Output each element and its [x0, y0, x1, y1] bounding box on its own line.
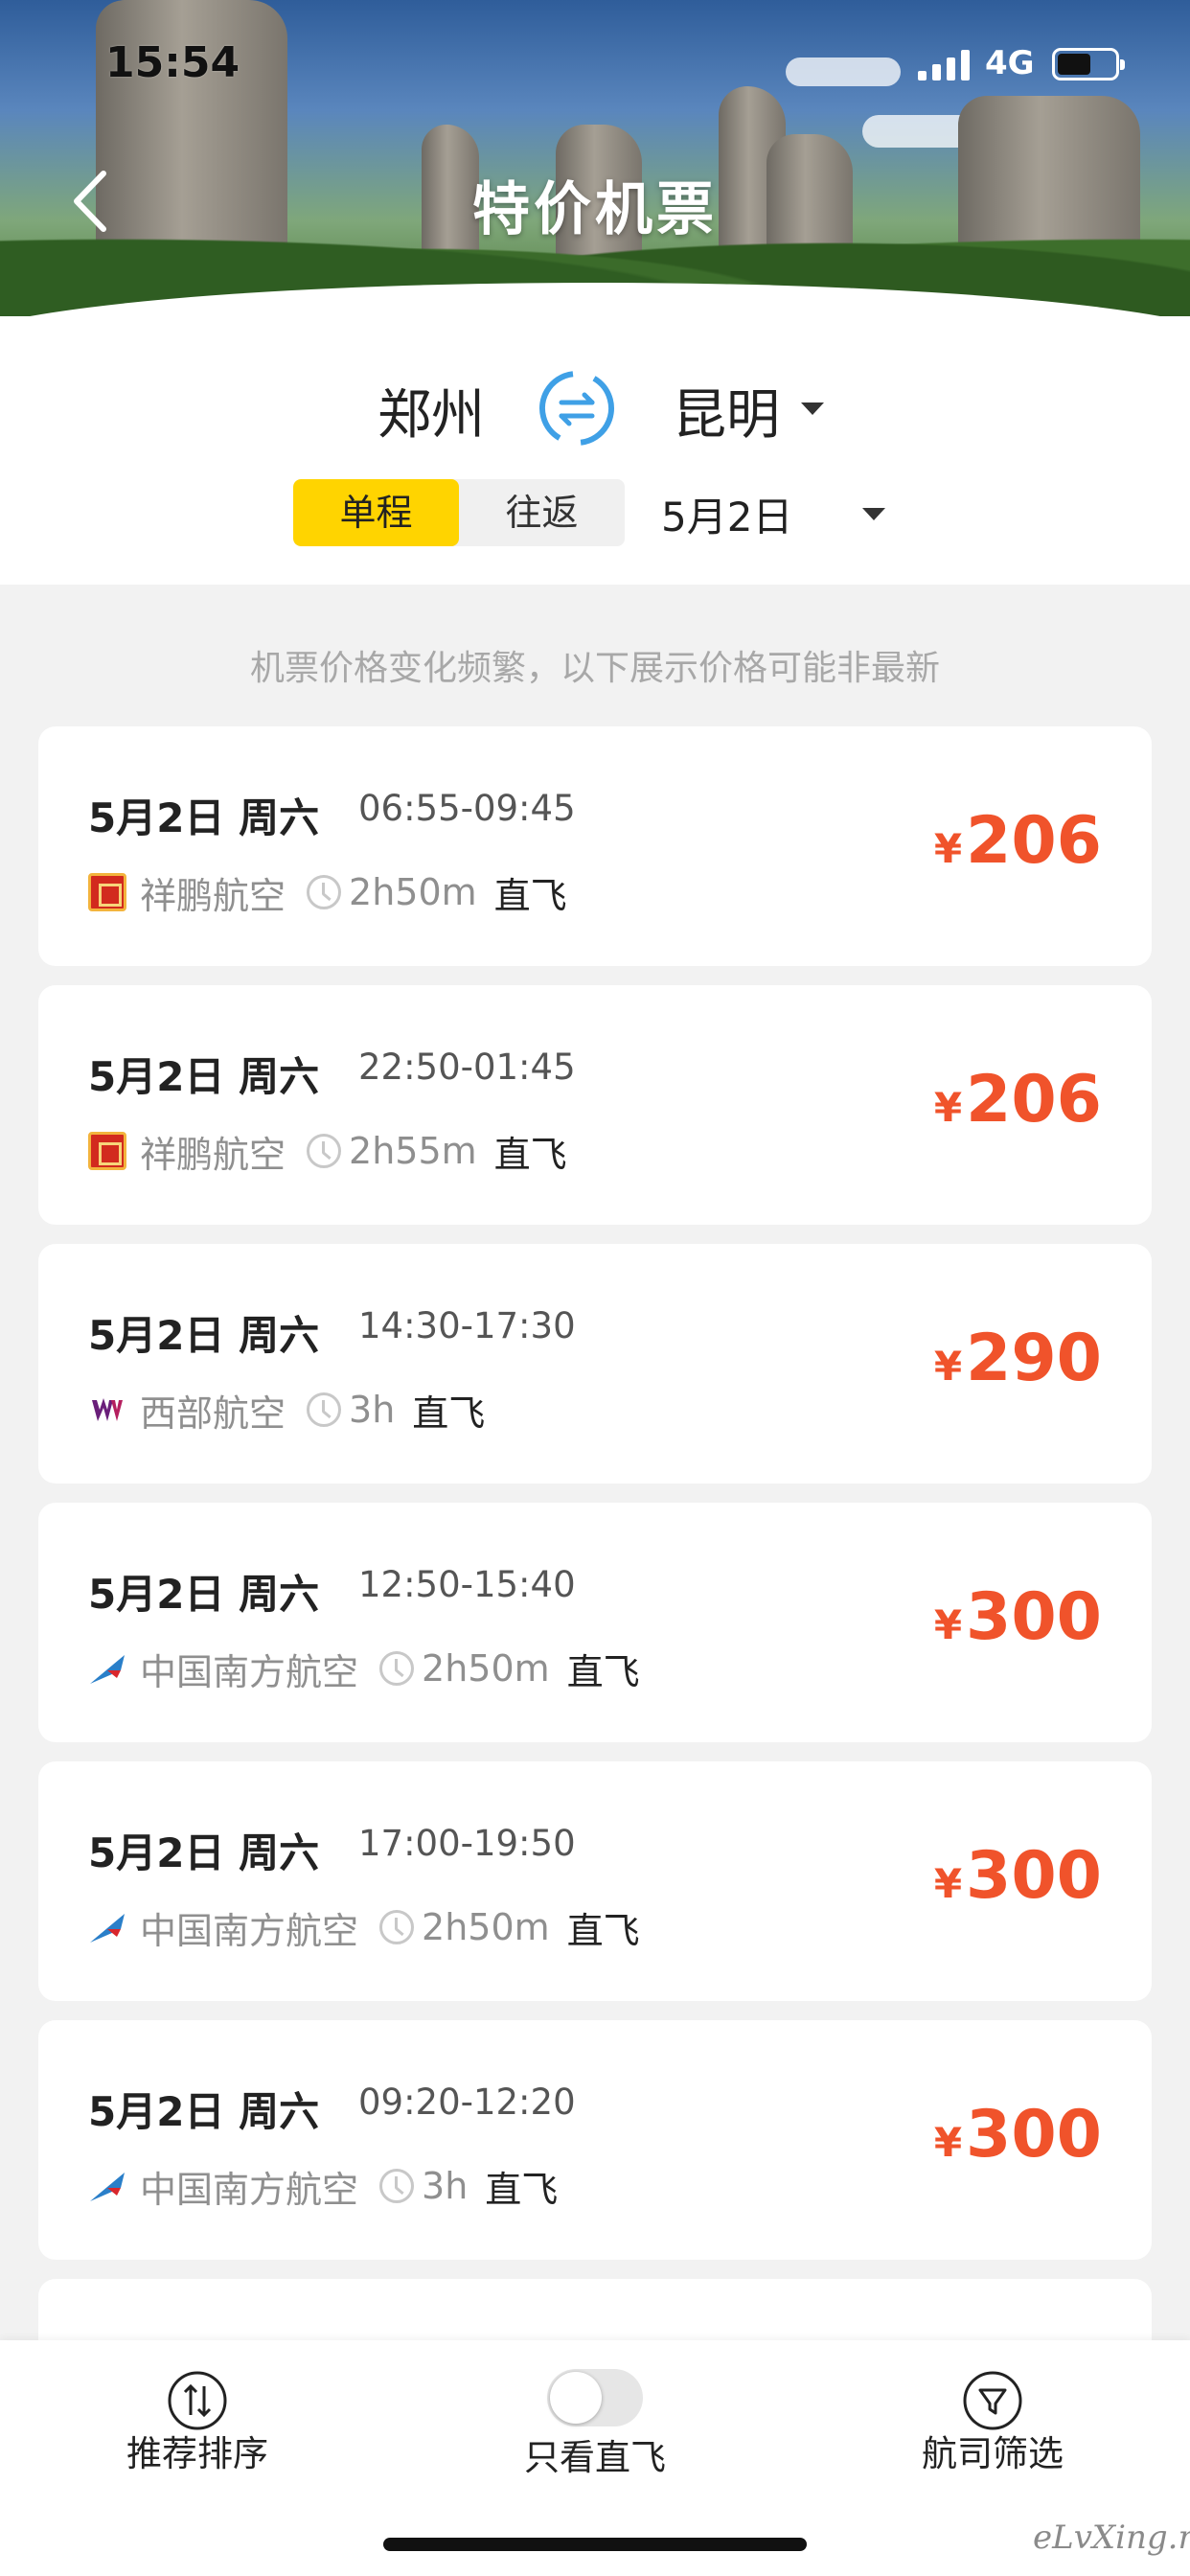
- flight-price: ¥300: [933, 2097, 1102, 2173]
- clock-icon: [307, 875, 342, 909]
- flight-times: 09:20-12:20: [358, 2082, 576, 2123]
- date-picker[interactable]: 5月2日: [661, 485, 792, 543]
- china-southern-logo-icon: [88, 2167, 126, 2205]
- airline-name: 祥鹏航空: [140, 874, 286, 917]
- arrival-city[interactable]: 昆明: [673, 372, 780, 449]
- swap-cities-icon[interactable]: [535, 366, 619, 450]
- flight-times: 17:00-19:50: [358, 1823, 576, 1864]
- clock-icon: [307, 1392, 342, 1427]
- flight-date: 5月2日 周六: [88, 794, 320, 841]
- flight-duration: 2h55m: [349, 1130, 477, 1172]
- flight-duration: 3h: [422, 2165, 469, 2207]
- airline-name: 中国南方航空: [140, 1650, 359, 1693]
- flight-type: 直飞: [485, 2168, 559, 2211]
- china-southern-logo-icon: [88, 1649, 126, 1688]
- airline-name: 祥鹏航空: [140, 1133, 286, 1176]
- flight-price: ¥300: [933, 1838, 1102, 1914]
- tab-one-way[interactable]: 单程: [293, 479, 459, 546]
- flight-card[interactable]: 5月2日 周六 14:30-17:30 西部航空 3h 直飞 ¥290: [38, 1244, 1152, 1484]
- status-time: 15:54: [105, 38, 240, 87]
- flight-type: 直飞: [493, 874, 567, 917]
- west-air-logo-icon: [88, 1391, 126, 1429]
- flight-date: 5月2日 周六: [88, 1312, 320, 1359]
- flight-duration: 2h50m: [422, 1906, 550, 1948]
- price-notice: 机票价格变化频繁，以下展示价格可能非最新: [249, 649, 940, 688]
- direct-only-label: 只看直飞: [524, 2437, 666, 2478]
- departure-city[interactable]: 郑州: [378, 372, 485, 449]
- chevron-down-icon[interactable]: [862, 508, 885, 520]
- flight-date: 5月2日 周六: [88, 1571, 320, 1618]
- airline-filter-label: 航司筛选: [922, 2433, 1064, 2474]
- flight-card[interactable]: 5月2日 周六 17:00-19:50 中国南方航空 2h50m 直飞 ¥300: [38, 1761, 1152, 2001]
- sort-label: 推荐排序: [126, 2433, 268, 2474]
- flight-price: ¥290: [933, 1321, 1102, 1396]
- flight-times: 12:50-15:40: [358, 1564, 576, 1605]
- direct-only-toggle[interactable]: 只看直飞: [480, 2369, 710, 2480]
- flight-times: 06:55-09:45: [358, 788, 576, 829]
- flight-date: 5月2日 周六: [88, 2088, 320, 2135]
- flight-card[interactable]: 5月2日 周六 09:20-12:20 中国南方航空 3h 直飞 ¥300: [38, 2020, 1152, 2260]
- clock-icon: [379, 1651, 415, 1686]
- cellular-signal-icon: [918, 50, 970, 80]
- flight-type: 直飞: [566, 1650, 640, 1693]
- tab-round-trip[interactable]: 往返: [459, 479, 625, 546]
- flight-type: 直飞: [493, 1133, 567, 1176]
- china-southern-logo-icon: [88, 1908, 126, 1946]
- flight-times: 14:30-17:30: [358, 1305, 576, 1346]
- filter-icon: [963, 2371, 1022, 2430]
- home-indicator: [383, 2538, 807, 2551]
- airline-filter-button[interactable]: 航司筛选: [878, 2369, 1108, 2476]
- flight-date: 5月2日 周六: [88, 1053, 320, 1100]
- status-bar: 15:54 4G: [0, 0, 1190, 126]
- flight-price: ¥300: [933, 1579, 1102, 1655]
- flight-price: ¥206: [933, 1062, 1102, 1138]
- page-title: 特价机票: [472, 176, 718, 243]
- route-selector: 郑州 昆明: [0, 345, 1190, 450]
- flight-date: 5月2日 周六: [88, 1829, 320, 1876]
- trip-type-toggle: 单程 往返: [293, 479, 625, 546]
- sort-icon: [168, 2371, 227, 2430]
- airline-name: 中国南方航空: [140, 1909, 359, 1952]
- flight-duration: 2h50m: [422, 1647, 550, 1690]
- flight-card[interactable]: 5月2日 周六 12:50-15:40 中国南方航空 2h50m 直飞 ¥300: [38, 1503, 1152, 1742]
- flight-card[interactable]: 5月2日 周六 22:50-01:45 祥鹏航空 2h55m 直飞 ¥206: [38, 985, 1152, 1225]
- clock-icon: [379, 1910, 415, 1944]
- flight-duration: 2h50m: [349, 871, 477, 913]
- flight-times: 22:50-01:45: [358, 1046, 576, 1088]
- flight-card[interactable]: 5月2日 周六 06:55-09:45 祥鹏航空 2h50m 直飞 ¥206: [38, 726, 1152, 966]
- flight-type: 直飞: [566, 1909, 640, 1952]
- xiangpeng-logo-icon: [88, 1132, 126, 1170]
- xiangpeng-logo-icon: [88, 873, 126, 911]
- clock-icon: [379, 2169, 415, 2203]
- airline-name: 西部航空: [140, 1392, 286, 1435]
- airline-name: 中国南方航空: [140, 2168, 359, 2211]
- flight-list: 5月2日 周六 06:55-09:45 祥鹏航空 2h50m 直飞 ¥206 5…: [38, 726, 1152, 2538]
- chevron-down-icon[interactable]: [801, 402, 824, 415]
- flight-duration: 3h: [349, 1389, 396, 1431]
- network-type: 4G: [985, 44, 1035, 82]
- clock-icon: [307, 1134, 342, 1168]
- watermark: eLvXing.net: [1033, 2518, 1190, 2557]
- battery-icon: [1052, 48, 1125, 80]
- flight-price: ¥206: [933, 803, 1102, 879]
- flight-type: 直飞: [412, 1392, 486, 1435]
- search-panel: 郑州 昆明 单程 往返 5月2日: [0, 316, 1190, 585]
- toggle-switch[interactable]: [547, 2369, 643, 2426]
- sort-button[interactable]: 推荐排序: [82, 2369, 312, 2476]
